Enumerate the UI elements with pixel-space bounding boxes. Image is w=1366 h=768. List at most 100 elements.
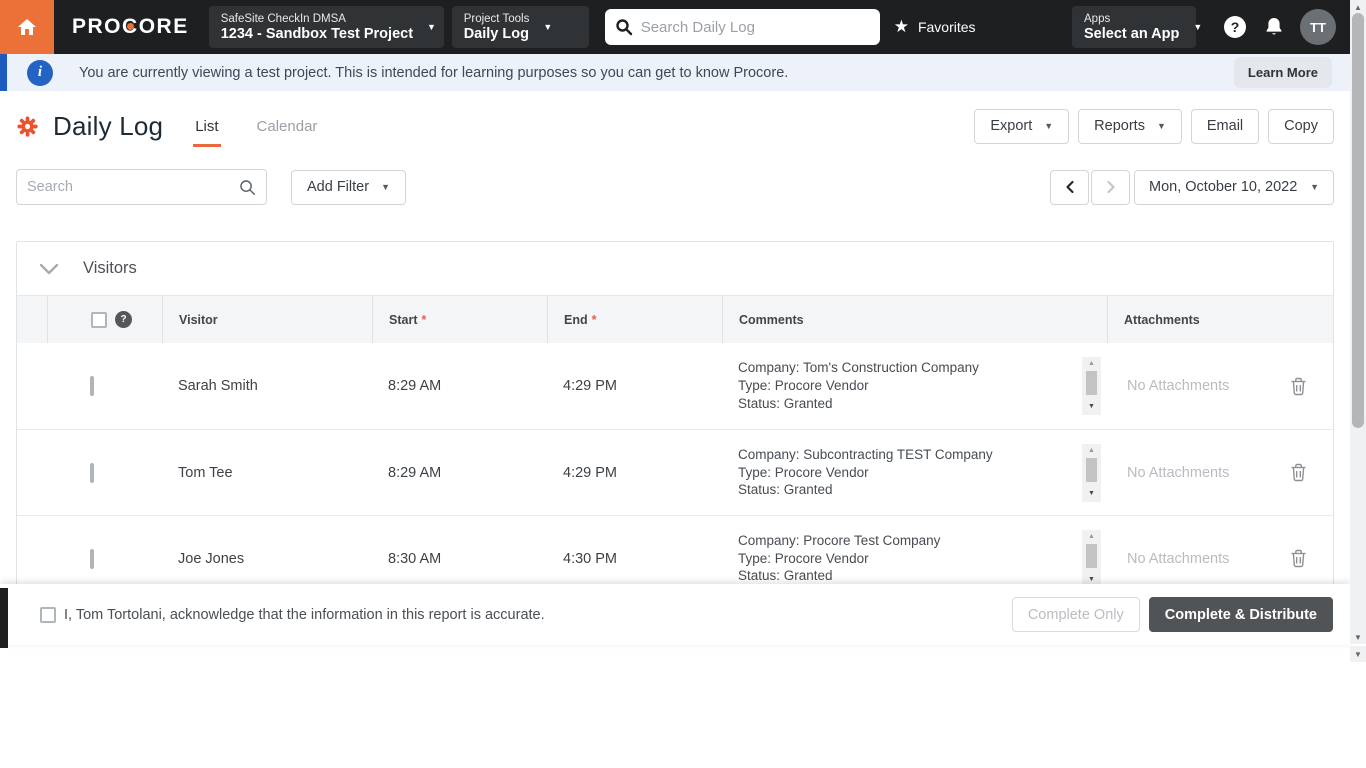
project-selector[interactable]: SafeSite CheckIn DMSA 1234 - Sandbox Tes… bbox=[209, 6, 444, 48]
column-header-start: Start * bbox=[372, 296, 547, 343]
help-glyph: ? bbox=[1231, 19, 1240, 35]
email-button[interactable]: Email bbox=[1191, 109, 1259, 144]
help-icon[interactable]: ? bbox=[1224, 16, 1246, 38]
scroll-down-arrow-icon[interactable]: ▼ bbox=[1088, 489, 1095, 499]
scrollbar-thumb[interactable] bbox=[1352, 13, 1364, 428]
visitors-section-header: Visitors bbox=[17, 242, 1333, 295]
page-scrollbar[interactable]: ▲ ▼ bbox=[1350, 0, 1366, 644]
favorites-label: Favorites bbox=[918, 19, 976, 35]
reports-button[interactable]: Reports ▼ bbox=[1078, 109, 1182, 144]
scroll-up-arrow-icon[interactable]: ▲ bbox=[1088, 532, 1095, 542]
attachments-cell: No Attachments bbox=[1107, 549, 1333, 568]
comments-scrollbar[interactable]: ▲ ▼ bbox=[1082, 530, 1101, 588]
column-help-icon[interactable]: ? bbox=[115, 311, 132, 328]
toolbar-actions: Export ▼ Reports ▼ Email Copy bbox=[965, 109, 1334, 144]
procore-logo[interactable]: PROCORE bbox=[54, 15, 209, 39]
scroll-up-arrow-icon[interactable]: ▲ bbox=[1088, 359, 1095, 369]
required-marker: * bbox=[592, 313, 597, 327]
current-tool: Daily Log bbox=[464, 26, 530, 43]
comments-scrollbar[interactable]: ▲ ▼ bbox=[1082, 444, 1101, 502]
scroll-down-arrow-icon[interactable]: ▼ bbox=[1350, 646, 1366, 662]
comments-text: Company: Subcontracting TEST CompanyType… bbox=[738, 446, 993, 499]
export-label: Export bbox=[990, 118, 1032, 134]
chevron-down-icon: ▼ bbox=[1310, 182, 1319, 192]
column-label: Visitor bbox=[179, 313, 218, 327]
info-glyph: i bbox=[38, 64, 42, 81]
scroll-down-arrow-icon[interactable]: ▼ bbox=[1088, 575, 1095, 585]
start-time-cell: 8:29 AM bbox=[372, 465, 547, 481]
comments-scrollbar[interactable]: ▲ ▼ bbox=[1082, 357, 1101, 415]
chevron-down-icon: ▼ bbox=[543, 22, 552, 32]
home-button[interactable] bbox=[0, 0, 54, 54]
previous-day-button[interactable] bbox=[1050, 170, 1089, 205]
page-toolbar: Daily Log List Calendar Export ▼ Reports… bbox=[16, 105, 1334, 147]
select-all-checkbox[interactable] bbox=[91, 312, 107, 328]
chevron-down-icon: ▼ bbox=[381, 182, 390, 192]
scroll-down-arrow-icon[interactable]: ▼ bbox=[1088, 402, 1095, 412]
logo-text-right: ORE bbox=[139, 15, 189, 38]
date-picker-dropdown[interactable]: Mon, October 10, 2022 ▼ bbox=[1134, 170, 1334, 205]
notifications-bell-icon[interactable] bbox=[1264, 16, 1284, 38]
next-day-button[interactable] bbox=[1091, 170, 1130, 205]
row-checkbox[interactable] bbox=[90, 549, 94, 569]
table-search-input[interactable] bbox=[27, 179, 239, 195]
table-row: Sarah Smith 8:29 AM 4:29 PM Company: Tom… bbox=[17, 343, 1333, 429]
daily-log-page: PROCORE SafeSite CheckIn DMSA 1234 - San… bbox=[0, 0, 1366, 768]
user-avatar[interactable]: TT bbox=[1300, 9, 1336, 45]
row-checkbox[interactable] bbox=[90, 376, 94, 396]
visitors-panel: Visitors ? Visitor Start* End* Comments … bbox=[16, 241, 1334, 602]
comments-cell: Company: Subcontracting TEST CompanyType… bbox=[722, 444, 1107, 502]
acknowledgment-checkbox[interactable] bbox=[40, 607, 56, 623]
attachments-text: No Attachments bbox=[1127, 551, 1229, 567]
chevron-down-icon: ▼ bbox=[1157, 121, 1166, 131]
scroll-down-arrow-icon[interactable]: ▼ bbox=[1350, 630, 1366, 644]
export-button[interactable]: Export ▼ bbox=[974, 109, 1069, 144]
column-header-attachments: Attachments bbox=[1107, 296, 1333, 343]
home-icon bbox=[15, 15, 39, 39]
add-filter-button[interactable]: Add Filter ▼ bbox=[291, 170, 406, 205]
table-search bbox=[16, 169, 267, 205]
complete-only-button[interactable]: Complete Only bbox=[1012, 597, 1140, 632]
scroll-up-arrow-icon[interactable]: ▲ bbox=[1350, 0, 1366, 14]
delete-trash-icon[interactable] bbox=[1290, 377, 1307, 396]
project-name: 1234 - Sandbox Test Project bbox=[221, 26, 413, 43]
visitor-name-cell: Sarah Smith bbox=[162, 378, 372, 394]
column-label: Comments bbox=[739, 313, 804, 327]
attachments-cell: No Attachments bbox=[1107, 377, 1333, 396]
scrollbar-thumb[interactable] bbox=[1086, 544, 1097, 568]
scrollbar-thumb[interactable] bbox=[1086, 371, 1097, 395]
copy-button[interactable]: Copy bbox=[1268, 109, 1334, 144]
favorites-button[interactable]: ★ Favorites bbox=[894, 17, 976, 37]
apps-selector[interactable]: Apps Select an App ▼ bbox=[1072, 6, 1196, 48]
help-glyph: ? bbox=[120, 314, 126, 325]
learn-more-button[interactable]: Learn More bbox=[1234, 57, 1332, 88]
delete-trash-icon[interactable] bbox=[1290, 549, 1307, 568]
start-time-cell: 8:30 AM bbox=[372, 551, 547, 567]
scrollbar-thumb[interactable] bbox=[1086, 458, 1097, 482]
delete-trash-icon[interactable] bbox=[1290, 463, 1307, 482]
column-label: Start bbox=[389, 313, 417, 327]
project-tools-selector[interactable]: Project Tools Daily Log ▼ bbox=[452, 6, 589, 48]
required-marker: * bbox=[421, 313, 426, 327]
global-search bbox=[605, 9, 880, 45]
apps-label: Apps bbox=[1084, 12, 1179, 26]
visitor-name-cell: Joe Jones bbox=[162, 551, 372, 567]
row-checkbox[interactable] bbox=[90, 463, 94, 483]
tab-list[interactable]: List bbox=[193, 118, 220, 147]
tools-label: Project Tools bbox=[464, 12, 530, 26]
row-select-cell bbox=[47, 465, 162, 481]
logo-text-left: PRO bbox=[72, 15, 122, 38]
banner-message: You are currently viewing a test project… bbox=[79, 65, 788, 81]
complete-distribute-button[interactable]: Complete & Distribute bbox=[1149, 597, 1333, 632]
attachments-cell: No Attachments bbox=[1107, 463, 1333, 482]
section-title: Visitors bbox=[83, 259, 137, 278]
search-icon bbox=[239, 179, 256, 196]
side-panel-tab[interactable] bbox=[0, 588, 8, 648]
tab-calendar[interactable]: Calendar bbox=[255, 118, 320, 147]
daily-log-tool-icon bbox=[16, 115, 39, 138]
scroll-up-arrow-icon[interactable]: ▲ bbox=[1088, 446, 1095, 456]
column-label: End bbox=[564, 313, 588, 327]
collapse-chevron-icon[interactable] bbox=[39, 263, 59, 275]
global-search-input[interactable] bbox=[641, 19, 870, 36]
search-icon bbox=[615, 18, 633, 36]
